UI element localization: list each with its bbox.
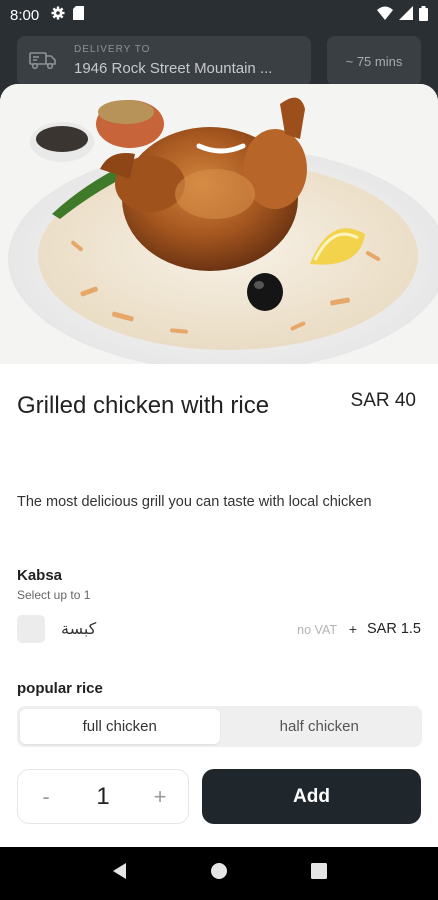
option-row-kabsa[interactable]: كبسة no VAT + SAR 1.5 bbox=[17, 614, 421, 644]
increment-button[interactable]: + bbox=[132, 784, 188, 810]
option-checkbox[interactable] bbox=[17, 615, 45, 643]
product-description: The most delicious grill you can taste w… bbox=[17, 494, 372, 510]
eta-text: ~ 75 mins bbox=[345, 53, 403, 69]
option-vat-note: no VAT bbox=[297, 623, 337, 637]
rice-segmented-control: full chicken half chicken bbox=[17, 706, 422, 747]
product-sheet: Grilled chicken with rice SAR 40 The mos… bbox=[0, 84, 438, 847]
add-to-cart-button[interactable]: Add bbox=[202, 769, 421, 824]
gear-icon bbox=[51, 6, 65, 24]
sim-card-icon bbox=[73, 6, 85, 24]
group-title-kabsa: Kabsa bbox=[17, 567, 63, 584]
group-subtitle-kabsa: Select up to 1 bbox=[17, 588, 91, 602]
wifi-icon bbox=[377, 6, 393, 24]
delivery-address-pill[interactable]: DELIVERY TO 1946 Rock Street Mountain ..… bbox=[17, 36, 311, 86]
status-time: 8:00 bbox=[10, 6, 40, 24]
product-price: SAR 40 bbox=[350, 390, 416, 411]
decrement-button[interactable]: - bbox=[18, 784, 74, 810]
back-icon[interactable] bbox=[111, 862, 127, 885]
quantity-value: 1 bbox=[96, 782, 110, 810]
segment-half-chicken[interactable]: half chicken bbox=[220, 709, 420, 744]
quantity-stepper: - 1 + bbox=[17, 769, 189, 824]
segment-full-chicken[interactable]: full chicken bbox=[20, 709, 220, 744]
eta-pill[interactable]: ~ 75 mins bbox=[327, 36, 421, 86]
delivery-address: 1946 Rock Street Mountain ... bbox=[74, 60, 273, 77]
product-title: Grilled chicken with rice bbox=[17, 392, 270, 419]
product-image bbox=[0, 84, 438, 371]
recents-icon[interactable] bbox=[310, 863, 327, 884]
delivery-label: DELIVERY TO bbox=[74, 44, 151, 55]
delivery-truck-icon bbox=[29, 50, 57, 75]
system-nav-bar bbox=[0, 847, 438, 900]
battery-icon bbox=[419, 5, 428, 25]
status-bar: 8:00 bbox=[0, 0, 438, 30]
option-plus-sign: + bbox=[348, 621, 357, 637]
signal-icon bbox=[399, 6, 413, 24]
home-icon[interactable] bbox=[210, 862, 228, 885]
option-name: كبسة bbox=[61, 621, 97, 638]
option-price: SAR 1.5 bbox=[367, 621, 421, 637]
chevron-down-icon[interactable] bbox=[195, 142, 247, 156]
add-button-label: Add bbox=[293, 785, 330, 807]
group-title-popular-rice: popular rice bbox=[17, 680, 103, 697]
